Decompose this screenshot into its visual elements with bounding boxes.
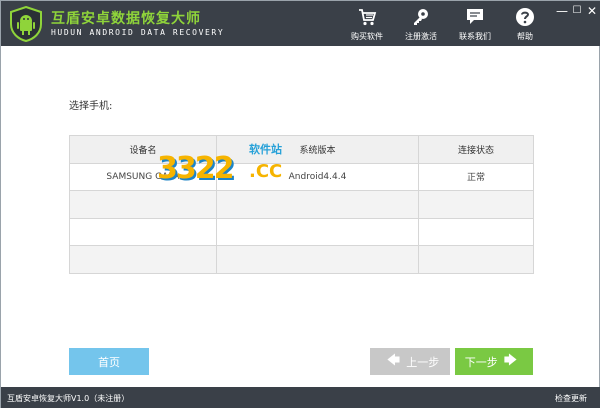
- close-button[interactable]: ✕: [585, 5, 599, 17]
- device-name-cell: [69, 217, 217, 247]
- previous-step-label: 上一步: [406, 355, 440, 369]
- connection-status-cell: [418, 217, 534, 247]
- android-shield-logo-icon: [10, 6, 42, 42]
- home-button[interactable]: 首页: [69, 348, 149, 375]
- column-header-connection-status: 连接状态: [418, 135, 534, 164]
- status-bar: 互盾安卓恢复大师V1.0（未注册） 检查更新: [1, 387, 600, 408]
- app-title: 互盾安卓数据恢复大师: [51, 11, 201, 27]
- nav-buy-software[interactable]: 购买软件: [343, 7, 391, 43]
- watermark: 软件站 3322 .CC: [157, 137, 297, 189]
- watermark-domain: .CC: [249, 161, 283, 182]
- cart-icon: [359, 9, 377, 26]
- device-name-cell: [69, 245, 217, 274]
- system-version-cell: [216, 217, 419, 247]
- arrow-left-icon: 🡄: [386, 352, 401, 368]
- nav-buy-label: 购买软件: [351, 32, 383, 41]
- connection-status-cell: [418, 190, 534, 219]
- table-row[interactable]: SAMSUNG GALA Android4.4.4 正常: [69, 162, 534, 192]
- check-update-link[interactable]: 检查更新: [555, 393, 587, 404]
- connection-status-cell: [418, 245, 534, 274]
- table-row: [69, 190, 534, 219]
- nav-contact-us[interactable]: 联系我们: [451, 7, 499, 43]
- next-step-button[interactable]: 下一步 🡆: [455, 348, 533, 375]
- previous-step-button[interactable]: 🡄 上一步: [370, 348, 450, 375]
- arrow-right-icon: 🡆: [503, 352, 518, 368]
- title-bar: 互盾安卓数据恢复大师 HUDUN ANDROID DATA RECOVERY 购…: [1, 1, 600, 46]
- key-icon: [414, 9, 428, 25]
- home-button-label: 首页: [98, 355, 120, 369]
- nav-help[interactable]: 帮助: [501, 7, 549, 43]
- nav-help-label: 帮助: [517, 32, 533, 41]
- device-table: 设备名 系统版本 连接状态 SAMSUNG GALA Android4.4.4 …: [69, 135, 534, 274]
- maximize-button[interactable]: ☐: [570, 5, 584, 17]
- system-version-cell: [216, 245, 419, 274]
- minimize-button[interactable]: —: [555, 5, 569, 17]
- next-step-label: 下一步: [464, 355, 498, 369]
- system-version-cell: [216, 190, 419, 219]
- help-icon: [516, 8, 534, 26]
- app-subtitle: HUDUN ANDROID DATA RECOVERY: [51, 28, 225, 37]
- connection-status-cell: 正常: [418, 162, 534, 192]
- watermark-number: 3322: [157, 151, 234, 186]
- table-header-row: 设备名 系统版本 连接状态: [69, 135, 534, 164]
- app-window: 互盾安卓数据恢复大师 HUDUN ANDROID DATA RECOVERY 购…: [0, 0, 600, 408]
- select-phone-label: 选择手机:: [69, 101, 113, 112]
- device-name-cell: [69, 190, 217, 219]
- watermark-site-text: 软件站: [249, 143, 282, 156]
- table-row: [69, 245, 534, 274]
- nav-contact-label: 联系我们: [459, 32, 491, 41]
- chat-icon: [467, 9, 483, 24]
- nav-register-label: 注册激活: [405, 32, 437, 41]
- table-row: [69, 217, 534, 247]
- version-text: 互盾安卓恢复大师V1.0（未注册）: [7, 394, 130, 403]
- nav-register-activate[interactable]: 注册激活: [397, 7, 445, 43]
